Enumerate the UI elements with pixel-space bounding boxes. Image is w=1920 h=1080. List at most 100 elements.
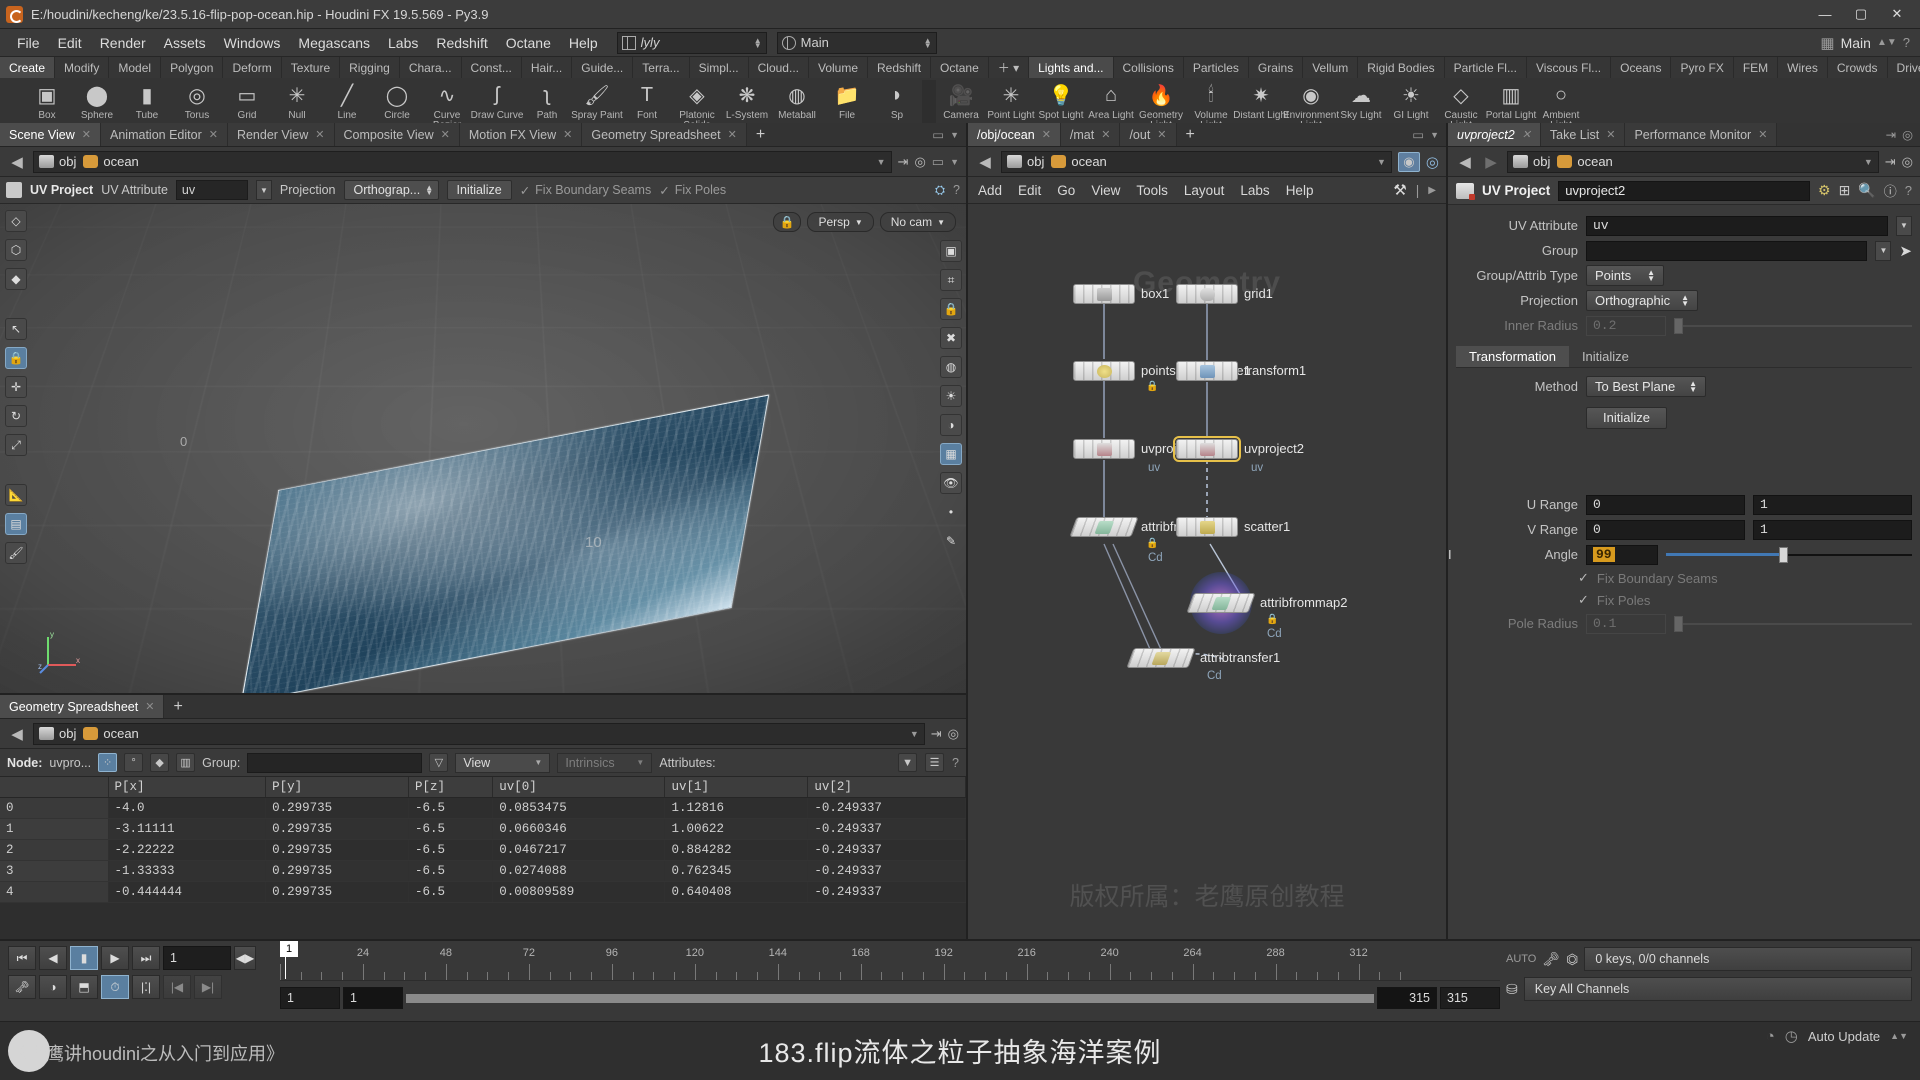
- method-dropdown[interactable]: To Best Plane ▲ ▼: [1586, 376, 1706, 397]
- shelf-tool-torus[interactable]: ◎ Torus: [172, 80, 222, 121]
- uv-attribute-caret-icon[interactable]: ▼: [1896, 215, 1912, 236]
- projection-dropdown[interactable]: Orthograp... ▲ ▼: [343, 180, 439, 200]
- tab-geometry-spreadsheet[interactable]: Geometry Spreadsheet ✕: [0, 695, 165, 718]
- jump-end-button[interactable]: ⏭: [132, 946, 160, 970]
- snapshot-button[interactable]: ⬒: [70, 975, 98, 999]
- menu-help[interactable]: Help: [560, 32, 607, 54]
- group-input[interactable]: [1586, 240, 1868, 261]
- network-tab-out[interactable]: /out ✕: [1120, 123, 1177, 146]
- column-header-uv1[interactable]: uv[1]: [664, 777, 809, 798]
- auto-update-caret-icon[interactable]: ▲▼: [1890, 1031, 1908, 1041]
- tab-animation-editor[interactable]: Animation Editor ✕: [101, 123, 228, 146]
- shelf-tool-tube[interactable]: ▮ Tube: [122, 80, 172, 121]
- shelf-tool-draw-curve[interactable]: ʃ Draw Curve: [471, 80, 524, 121]
- view-dropdown[interactable]: View ▼: [455, 752, 551, 773]
- close-tab-icon[interactable]: ✕: [1042, 128, 1051, 141]
- pane-menu-icon[interactable]: ▭: [932, 154, 944, 170]
- group-input[interactable]: [247, 752, 423, 773]
- info-icon[interactable]: ⓘ: [1884, 181, 1897, 200]
- node-uvproject2[interactable]: [1173, 436, 1241, 462]
- projection-dropdown[interactable]: Orthographic ▲ ▼: [1586, 290, 1698, 311]
- angle-slider[interactable]: [1666, 545, 1912, 565]
- back-arrow-icon[interactable]: ◀: [975, 153, 995, 171]
- target-icon[interactable]: ◎: [914, 154, 925, 170]
- channel-icon[interactable]: ⏣: [1566, 951, 1578, 968]
- param-tab-performance-monitor[interactable]: Performance Monitor ✕: [1625, 123, 1778, 146]
- camera-dropdown[interactable]: No cam ▼: [879, 212, 956, 232]
- back-arrow-icon[interactable]: ◀: [1455, 153, 1475, 171]
- shelf-tab-oceans[interactable]: Oceans: [1611, 57, 1672, 78]
- current-frame-input[interactable]: 1: [163, 946, 231, 970]
- tab-composite-view[interactable]: Composite View ✕: [334, 123, 460, 146]
- shelf-tab-viscous-fl[interactable]: Viscous Fl...: [1526, 57, 1612, 78]
- spreadsheet-table-container[interactable]: P[x] P[y] P[z] uv[0] uv[1] uv[2] 0 -4.0 0.29973…: [0, 777, 966, 939]
- handle-tool-icon[interactable]: 🔒: [5, 347, 27, 369]
- param-tab-take-list[interactable]: Take List ✕: [1540, 123, 1626, 146]
- shelf-tool-distant-light[interactable]: ✷ Distant Light: [1233, 80, 1289, 121]
- close-tab-icon[interactable]: ✕: [315, 128, 324, 141]
- select-mode-icon[interactable]: ▣: [940, 240, 962, 262]
- initialize-button[interactable]: Initialize: [1586, 406, 1667, 429]
- help-icon[interactable]: ?: [952, 756, 959, 770]
- render-status-icon[interactable]: ◔: [1766, 1028, 1775, 1045]
- jump-start-button[interactable]: ⏮: [8, 946, 36, 970]
- tab-geometry-spreadsheet[interactable]: Geometry Spreadsheet ✕: [582, 123, 747, 146]
- net-menu-tools[interactable]: Tools: [1136, 183, 1168, 198]
- spreadsheet-filter-icon[interactable]: ▼: [898, 753, 918, 772]
- network-path-field[interactable]: obj ocean ▼: [1001, 150, 1392, 173]
- tab-scene-view[interactable]: Scene View ✕: [0, 123, 102, 146]
- column-header-uv0[interactable]: uv[0]: [492, 777, 666, 798]
- menu-assets[interactable]: Assets: [155, 32, 215, 54]
- net-menu-edit[interactable]: Edit: [1018, 183, 1041, 198]
- shelf-tab-const[interactable]: Const...: [461, 57, 522, 78]
- expand-icon[interactable]: ▶: [1428, 185, 1436, 196]
- close-tab-icon[interactable]: ✕: [441, 128, 450, 141]
- help-icon[interactable]: ?: [953, 183, 960, 197]
- add-tab-button[interactable]: +: [164, 695, 191, 718]
- back-arrow-icon[interactable]: ◀: [7, 725, 27, 743]
- cook-status-icon[interactable]: ◷: [1785, 1027, 1798, 1045]
- node-grid1[interactable]: [1176, 284, 1238, 304]
- shelf-tab-octane[interactable]: Octane: [931, 57, 989, 78]
- shelf-tab-pyro-fx[interactable]: Pyro FX: [1671, 57, 1734, 78]
- range-slider-track[interactable]: [406, 993, 1374, 1003]
- menu-edit[interactable]: Edit: [49, 32, 91, 54]
- tab-initialize[interactable]: Initialize: [1568, 346, 1642, 367]
- path-chip-obj[interactable]: obj: [1513, 154, 1550, 169]
- table-row[interactable]: 1 -3.11111 0.299735 -6.5 0.0660346 1.00622 -0.…: [0, 818, 966, 840]
- shelf-tool-grid[interactable]: ▭ Grid: [222, 80, 272, 121]
- fix-boundary-seams-checkbox[interactable]: ✓ Fix Boundary Seams: [520, 183, 652, 198]
- detail-mode-icon[interactable]: ▥: [176, 753, 196, 772]
- net-menu-help[interactable]: Help: [1286, 183, 1314, 198]
- shelf-tool-gi-light[interactable]: ☀ GI Light: [1386, 80, 1436, 121]
- shelf-tab-simpl[interactable]: Simpl...: [689, 57, 749, 78]
- initialize-button[interactable]: Initialize: [446, 180, 512, 200]
- close-tab-icon[interactable]: ✕: [1101, 128, 1110, 141]
- menu-render[interactable]: Render: [91, 32, 155, 54]
- target-icon[interactable]: ◎: [948, 726, 959, 742]
- points-mode-icon[interactable]: ⁘: [98, 753, 118, 772]
- shelf-tab-drive-sim[interactable]: Drive Sim...: [1887, 57, 1920, 78]
- shelf-tool-metaball[interactable]: ◍ Metaball: [772, 80, 822, 121]
- network-target-icon[interactable]: ◎: [1426, 153, 1439, 171]
- close-tab-icon[interactable]: ✕: [1758, 128, 1767, 141]
- path-chip-obj[interactable]: obj: [1007, 154, 1044, 169]
- wrench-icon[interactable]: ⚒: [1393, 181, 1406, 199]
- range-view-start-input[interactable]: 1: [343, 987, 403, 1009]
- shelf-tool-line[interactable]: ╱ Line: [322, 80, 372, 121]
- range-start-input[interactable]: 1: [280, 987, 340, 1009]
- param-fix-poles[interactable]: ✓ Fix Poles: [1448, 589, 1920, 611]
- timeline-ruler[interactable]: 24 48 72 96 120 144 168 192 216 240 264 288 312: [280, 945, 1500, 981]
- lock-icon[interactable]: 🔒: [940, 298, 962, 320]
- primitives-mode-icon[interactable]: ◆: [150, 753, 170, 772]
- playhead[interactable]: 1: [280, 941, 299, 979]
- tab-render-view[interactable]: Render View ✕: [227, 123, 335, 146]
- shelf-tool-area-light[interactable]: ⌂ Area Light: [1086, 80, 1136, 121]
- help-question-icon[interactable]: ?: [1903, 35, 1910, 50]
- shelf-tab-polygon[interactable]: Polygon: [161, 57, 224, 78]
- prev-key-button[interactable]: |◀: [163, 975, 191, 999]
- timeline[interactable]: 24 48 72 96 120 144 168 192 216 240 264 288 312 1 1 …: [280, 941, 1500, 1021]
- rotate-tool-icon[interactable]: ↻: [5, 405, 27, 427]
- pane-caret-icon[interactable]: ▼: [950, 130, 959, 140]
- play-button[interactable]: ▶: [101, 946, 129, 970]
